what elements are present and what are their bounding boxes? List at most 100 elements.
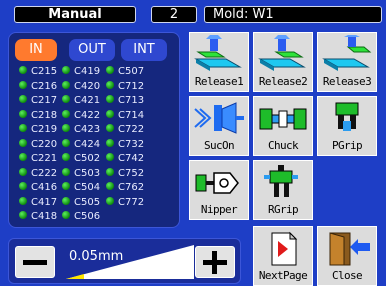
- io-code: C722: [118, 124, 145, 135]
- io-item: C422: [62, 109, 101, 122]
- release2-label: Release2: [258, 75, 308, 88]
- io-code: C502: [74, 153, 101, 164]
- io-item: C417: [19, 196, 57, 209]
- status-led-icon: [62, 66, 70, 74]
- io-item: C762: [106, 182, 144, 194]
- mode-display: Manual: [14, 6, 136, 23]
- io-item: C507: [106, 66, 144, 78]
- io-item: C421: [62, 95, 100, 107]
- io-code: C424: [74, 138, 101, 150]
- io-item: C221: [19, 153, 57, 165]
- plus-button[interactable]: [195, 246, 235, 278]
- nipper-label: Nipper: [200, 203, 238, 216]
- status-led-icon: [19, 153, 27, 161]
- gripper-icon: [335, 102, 359, 131]
- status-led-icon: [106, 196, 114, 205]
- release-icon: [194, 35, 242, 71]
- mold-display: Mold: W1: [204, 6, 382, 23]
- io-item: C416: [19, 182, 57, 194]
- release1-button[interactable]: Release1: [189, 32, 249, 92]
- io-code: C221: [31, 153, 58, 164]
- status-led-icon: [19, 109, 27, 118]
- status-led-icon: [106, 182, 114, 190]
- io-item: C742: [106, 153, 144, 165]
- io-code: C505: [74, 196, 101, 208]
- status-led-icon: [19, 138, 27, 147]
- header-bar: Manual 2 Mold: W1: [0, 0, 386, 28]
- step-display: 2: [151, 6, 197, 23]
- io-row: C221 C502 C742: [9, 153, 181, 165]
- rotary-grip-icon: [264, 165, 298, 197]
- release-icon: [322, 35, 372, 71]
- status-led-icon: [19, 66, 27, 74]
- io-code: C222: [31, 167, 58, 179]
- io-row: C222 C503 C752: [9, 167, 181, 180]
- io-code: C762: [118, 182, 145, 193]
- io-item: C424: [62, 138, 101, 151]
- io-code: C772: [118, 196, 145, 208]
- io-code: C215: [31, 66, 58, 77]
- io-code: C216: [31, 80, 58, 92]
- status-led-icon: [19, 182, 27, 190]
- io-status-panel: IN OUT INT C215 C419 C507 C216 C420 C712 C217 C…: [8, 32, 180, 228]
- io-item: C503: [62, 167, 100, 180]
- io-row: C418 C506: [9, 211, 181, 223]
- io-code: C713: [118, 95, 145, 106]
- io-item: C418: [19, 211, 57, 223]
- io-item: C713: [106, 95, 144, 107]
- nextpage-button[interactable]: NextPage: [253, 226, 313, 286]
- io-code: C507: [118, 66, 145, 77]
- status-led-icon: [62, 80, 70, 89]
- io-item: C722: [106, 124, 144, 136]
- io-item: C502: [62, 153, 100, 165]
- io-item: C506: [62, 211, 100, 223]
- io-item: C218: [19, 109, 57, 122]
- io-code: C422: [74, 109, 101, 121]
- status-led-icon: [19, 211, 27, 219]
- status-led-icon: [19, 167, 27, 176]
- release3-button[interactable]: Release3: [317, 32, 377, 92]
- io-item: C216: [19, 80, 58, 93]
- io-code: C420: [74, 80, 101, 92]
- io-code: C219: [31, 124, 58, 135]
- io-item: C217: [19, 95, 57, 107]
- tab-out[interactable]: OUT: [69, 39, 115, 61]
- chuck-icon: [259, 108, 307, 130]
- status-led-icon: [19, 124, 27, 132]
- io-code: C752: [118, 167, 145, 179]
- status-led-icon: [62, 182, 70, 190]
- plus-icon: [212, 251, 217, 274]
- io-item: C215: [19, 66, 57, 78]
- minus-button[interactable]: [15, 246, 55, 278]
- chuck-button[interactable]: Chuck: [253, 96, 313, 156]
- release-icon: [258, 35, 306, 71]
- close-label: Close: [331, 269, 363, 282]
- nextpage-label: NextPage: [258, 269, 308, 282]
- status-led-icon: [62, 196, 70, 205]
- pgrip-label: PGrip: [331, 139, 363, 152]
- pgrip-button[interactable]: PGrip: [317, 96, 377, 156]
- io-code: C742: [118, 153, 145, 164]
- rgrip-button[interactable]: RGrip: [253, 160, 313, 220]
- release2-button[interactable]: Release2: [253, 32, 313, 92]
- status-led-icon: [62, 95, 70, 103]
- io-item: C219: [19, 124, 57, 136]
- io-code: C418: [31, 211, 58, 222]
- nipper-button[interactable]: Nipper: [189, 160, 249, 220]
- exit-door-icon: [329, 232, 370, 266]
- sucon-button[interactable]: SucOn: [189, 96, 249, 156]
- release3-label: Release3: [322, 75, 372, 88]
- status-led-icon: [62, 109, 70, 118]
- status-led-icon: [106, 167, 114, 176]
- status-led-icon: [19, 196, 27, 205]
- tab-in[interactable]: IN: [15, 39, 57, 61]
- io-row: C216 C420 C712: [9, 80, 181, 93]
- status-led-icon: [62, 138, 70, 147]
- io-item: C420: [62, 80, 101, 93]
- close-button[interactable]: Close: [317, 226, 377, 286]
- tab-int[interactable]: INT: [121, 39, 167, 61]
- io-item: C220: [19, 138, 57, 151]
- status-led-icon: [62, 153, 70, 161]
- status-led-icon: [106, 138, 114, 147]
- sucon-label: SucOn: [203, 139, 235, 152]
